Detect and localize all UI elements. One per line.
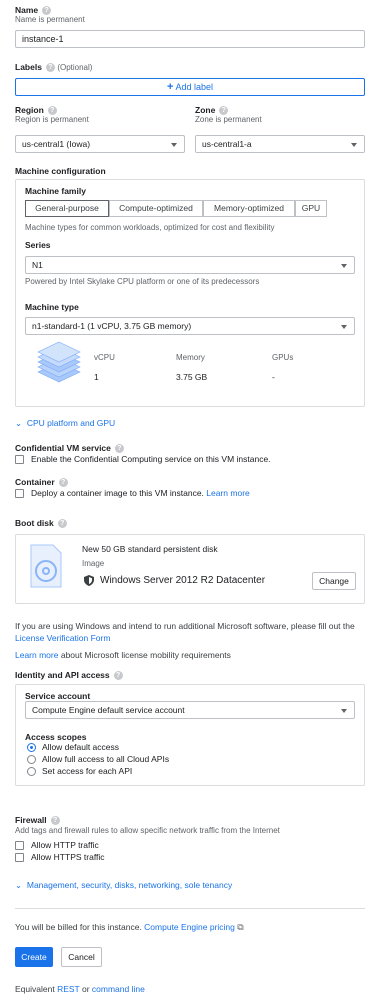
http-label: Allow HTTP traffic bbox=[31, 840, 99, 850]
divider bbox=[15, 908, 365, 909]
help-icon[interactable]: ? bbox=[45, 63, 55, 73]
help-icon[interactable]: ? bbox=[57, 519, 67, 529]
expand-chevron-icon: ⌄ bbox=[15, 880, 23, 890]
dropdown-arrow-icon bbox=[341, 325, 347, 329]
command-line-link[interactable]: command line bbox=[92, 984, 145, 994]
management-link[interactable]: ⌄ Management, security, disks, networkin… bbox=[15, 880, 232, 891]
machine-family-label: Machine family bbox=[25, 186, 86, 196]
machine-layers-icon bbox=[37, 341, 81, 383]
dropdown-arrow-icon bbox=[341, 709, 347, 713]
confidential-option: Enable the Confidential Computing servic… bbox=[31, 454, 271, 464]
spec-gpus-value: - bbox=[272, 372, 275, 382]
series-desc: Powered by Intel Skylake CPU platform or… bbox=[25, 277, 260, 286]
external-link-icon[interactable]: ⧉ bbox=[237, 922, 243, 932]
spec-vcpu-header: vCPU bbox=[94, 353, 115, 362]
confidential-checkbox[interactable] bbox=[15, 455, 24, 464]
boot-image-label: Image bbox=[82, 559, 105, 568]
add-label-button[interactable]: + Add label bbox=[15, 78, 365, 96]
help-icon[interactable]: ? bbox=[42, 6, 52, 16]
help-icon[interactable]: ? bbox=[58, 478, 68, 488]
container-option: Deploy a container image to this VM inst… bbox=[31, 488, 250, 498]
disk-icon bbox=[30, 544, 62, 588]
machine-config-panel: Machine family General-purpose Compute-o… bbox=[15, 179, 365, 407]
scope-default-radio[interactable] bbox=[27, 743, 36, 752]
spec-memory-value: 3.75 GB bbox=[176, 372, 208, 382]
scope-full-label: Allow full access to all Cloud APIs bbox=[42, 754, 170, 764]
boot-disk-panel: New 50 GB standard persistent disk Image… bbox=[15, 534, 365, 604]
create-button[interactable]: Create bbox=[15, 947, 53, 967]
boot-disk-title: New 50 GB standard persistent disk bbox=[82, 544, 218, 554]
spec-vcpu-value: 1 bbox=[94, 372, 99, 382]
https-checkbox[interactable] bbox=[15, 853, 24, 862]
identity-panel: Service account Compute Engine default s… bbox=[15, 684, 365, 786]
windows-learn-more-link[interactable]: Learn more bbox=[15, 650, 58, 660]
region-label: Region? bbox=[15, 105, 57, 116]
https-label: Allow HTTPS traffic bbox=[31, 852, 105, 862]
service-account-select[interactable]: Compute Engine default service account bbox=[25, 701, 355, 719]
spec-memory-header: Memory bbox=[176, 353, 205, 362]
change-boot-disk-button[interactable]: Change bbox=[312, 572, 356, 590]
help-icon[interactable]: ? bbox=[47, 106, 57, 116]
machine-type-select[interactable]: n1-standard-1 (1 vCPU, 3.75 GB memory) bbox=[25, 317, 355, 335]
labels-label: Labels? (Optional) bbox=[15, 62, 93, 73]
help-icon[interactable]: ? bbox=[114, 444, 124, 454]
tab-gpu[interactable]: GPU bbox=[295, 200, 327, 217]
scope-each-label: Set access for each API bbox=[42, 766, 133, 776]
billing-note: You will be billed for this instance. Co… bbox=[15, 922, 244, 932]
service-account-label: Service account bbox=[25, 691, 91, 701]
dropdown-arrow-icon bbox=[341, 264, 347, 268]
name-input[interactable]: instance-1 bbox=[15, 30, 365, 48]
family-desc: Machine types for common workloads, opti… bbox=[25, 223, 275, 232]
firewall-sub: Add tags and firewall rules to allow spe… bbox=[15, 826, 280, 835]
machine-family-tabs: General-purpose Compute-optimized Memory… bbox=[25, 200, 345, 217]
zone-label: Zone? bbox=[195, 105, 229, 116]
container-label: Container? bbox=[15, 477, 68, 488]
spec-gpus-header: GPUs bbox=[272, 353, 294, 362]
license-form-link[interactable]: License Verification Form bbox=[15, 633, 110, 643]
confidential-label: Confidential VM service? bbox=[15, 443, 124, 454]
name-label: Name? bbox=[15, 5, 52, 16]
scope-full-radio[interactable] bbox=[27, 755, 36, 764]
machine-type-label: Machine type bbox=[25, 302, 79, 312]
windows-note: If you are using Windows and intend to r… bbox=[15, 621, 355, 643]
machine-config-title: Machine configuration bbox=[15, 166, 106, 176]
cpu-platform-link[interactable]: ⌄ CPU platform and GPU bbox=[15, 418, 115, 429]
container-learn-more-link[interactable]: Learn more bbox=[206, 488, 249, 498]
name-sub: Name is permanent bbox=[15, 15, 85, 24]
rest-link[interactable]: REST bbox=[57, 984, 80, 994]
zone-sub: Zone is permanent bbox=[195, 115, 262, 124]
windows-learn-note: Learn more about Microsoft license mobil… bbox=[15, 650, 231, 660]
dropdown-arrow-icon bbox=[351, 143, 357, 147]
help-icon[interactable]: ? bbox=[113, 671, 123, 681]
http-checkbox[interactable] bbox=[15, 841, 24, 850]
region-sub: Region is permanent bbox=[15, 115, 89, 124]
expand-chevron-icon: ⌄ bbox=[15, 418, 23, 428]
dropdown-arrow-icon bbox=[171, 143, 177, 147]
series-select[interactable]: N1 bbox=[25, 256, 355, 274]
access-scopes-label: Access scopes bbox=[25, 732, 87, 742]
help-icon[interactable]: ? bbox=[50, 816, 60, 826]
scope-default-label: Allow default access bbox=[42, 742, 120, 752]
boot-disk-label: Boot disk? bbox=[15, 518, 67, 529]
firewall-label: Firewall? bbox=[15, 815, 60, 826]
zone-select[interactable]: us-central1-a bbox=[195, 135, 365, 153]
shield-icon bbox=[84, 575, 94, 586]
pricing-link[interactable]: Compute Engine pricing bbox=[144, 922, 235, 932]
equivalent-note: Equivalent REST or command line bbox=[15, 984, 145, 994]
identity-label: Identity and API access? bbox=[15, 670, 123, 681]
container-checkbox[interactable] bbox=[15, 489, 24, 498]
tab-general-purpose[interactable]: General-purpose bbox=[25, 200, 109, 217]
region-select[interactable]: us-central1 (Iowa) bbox=[15, 135, 185, 153]
plus-icon: + bbox=[167, 81, 174, 93]
cancel-button[interactable]: Cancel bbox=[61, 947, 102, 967]
boot-image-value: Windows Server 2012 R2 Datacenter bbox=[100, 575, 266, 586]
help-icon[interactable]: ? bbox=[219, 106, 229, 116]
series-label: Series bbox=[25, 240, 51, 250]
tab-memory-optimized[interactable]: Memory-optimized bbox=[203, 200, 295, 217]
scope-each-radio[interactable] bbox=[27, 767, 36, 776]
tab-compute-optimized[interactable]: Compute-optimized bbox=[109, 200, 203, 217]
